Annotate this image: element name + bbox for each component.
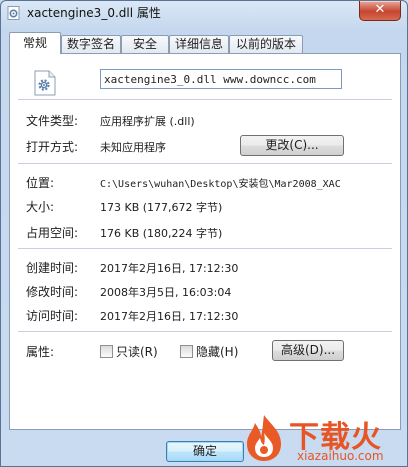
tab-strip: 常规 数字签名 安全 详细信息 以前的版本 bbox=[9, 32, 404, 54]
tab-security[interactable]: 安全 bbox=[121, 35, 169, 53]
location-label: 位置: bbox=[26, 176, 55, 190]
file-name-input[interactable]: xactengine3_0.dll www.downcc.com bbox=[100, 69, 342, 89]
properties-window: xactengine3_0.dll 属性 ✕ 常规 数字签名 安全 详细信息 以… bbox=[0, 0, 408, 467]
fire-logo-icon bbox=[247, 415, 281, 461]
modified-value: 2008年3月5日, 16:03:04 bbox=[100, 286, 232, 299]
file-type-label: 文件类型: bbox=[26, 114, 79, 128]
tab-previous-versions[interactable]: 以前的版本 bbox=[229, 35, 303, 53]
accessed-value: 2017年2月16日, 17:12:30 bbox=[100, 310, 239, 323]
file-type-icon bbox=[34, 70, 56, 96]
attributes-label: 属性: bbox=[26, 345, 55, 359]
divider bbox=[18, 163, 392, 164]
ok-button[interactable]: 确定 bbox=[166, 441, 244, 462]
size-on-disk-value: 176 KB (180,224 字节) bbox=[100, 227, 223, 240]
watermark-domain: xiazaihuo.com bbox=[297, 449, 384, 463]
tab-digital-signatures[interactable]: 数字签名 bbox=[61, 35, 121, 53]
opens-with-label: 打开方式: bbox=[26, 140, 79, 154]
tab-details[interactable]: 详细信息 bbox=[169, 35, 229, 53]
hidden-checkbox[interactable] bbox=[180, 345, 193, 358]
location-value: C:\Users\wuhan\Desktop\安装包\Mar2008_XAC bbox=[100, 179, 341, 190]
divider bbox=[18, 99, 392, 100]
change-button[interactable]: 更改(C)... bbox=[240, 135, 344, 156]
created-label: 创建时间: bbox=[26, 261, 79, 275]
modified-label: 修改时间: bbox=[26, 285, 79, 299]
created-value: 2017年2月16日, 17:12:30 bbox=[100, 262, 239, 275]
dll-gear-icon bbox=[7, 6, 20, 20]
advanced-button[interactable]: 高级(D)... bbox=[272, 340, 344, 361]
close-button[interactable]: ✕ bbox=[359, 1, 401, 21]
hidden-label[interactable]: 隐藏(H) bbox=[196, 343, 238, 360]
opens-with-value: 未知应用程序 bbox=[100, 141, 166, 154]
file-type-value: 应用程序扩展 (.dll) bbox=[100, 115, 195, 128]
readonly-label[interactable]: 只读(R) bbox=[116, 343, 158, 360]
tab-general[interactable]: 常规 bbox=[9, 32, 61, 54]
divider bbox=[18, 331, 392, 332]
window-title: xactengine3_0.dll 属性 bbox=[27, 6, 161, 20]
size-label: 大小: bbox=[26, 200, 55, 214]
divider bbox=[18, 248, 392, 249]
accessed-label: 访问时间: bbox=[26, 309, 79, 323]
watermark-logo: 下载火 xiazaihuo.com bbox=[239, 411, 407, 467]
general-panel: xactengine3_0.dll www.downcc.com 文件类型: 应… bbox=[9, 53, 401, 430]
size-value: 173 KB (177,672 字节) bbox=[100, 201, 223, 214]
readonly-checkbox[interactable] bbox=[100, 345, 113, 358]
size-on-disk-label: 占用空间: bbox=[26, 226, 79, 240]
